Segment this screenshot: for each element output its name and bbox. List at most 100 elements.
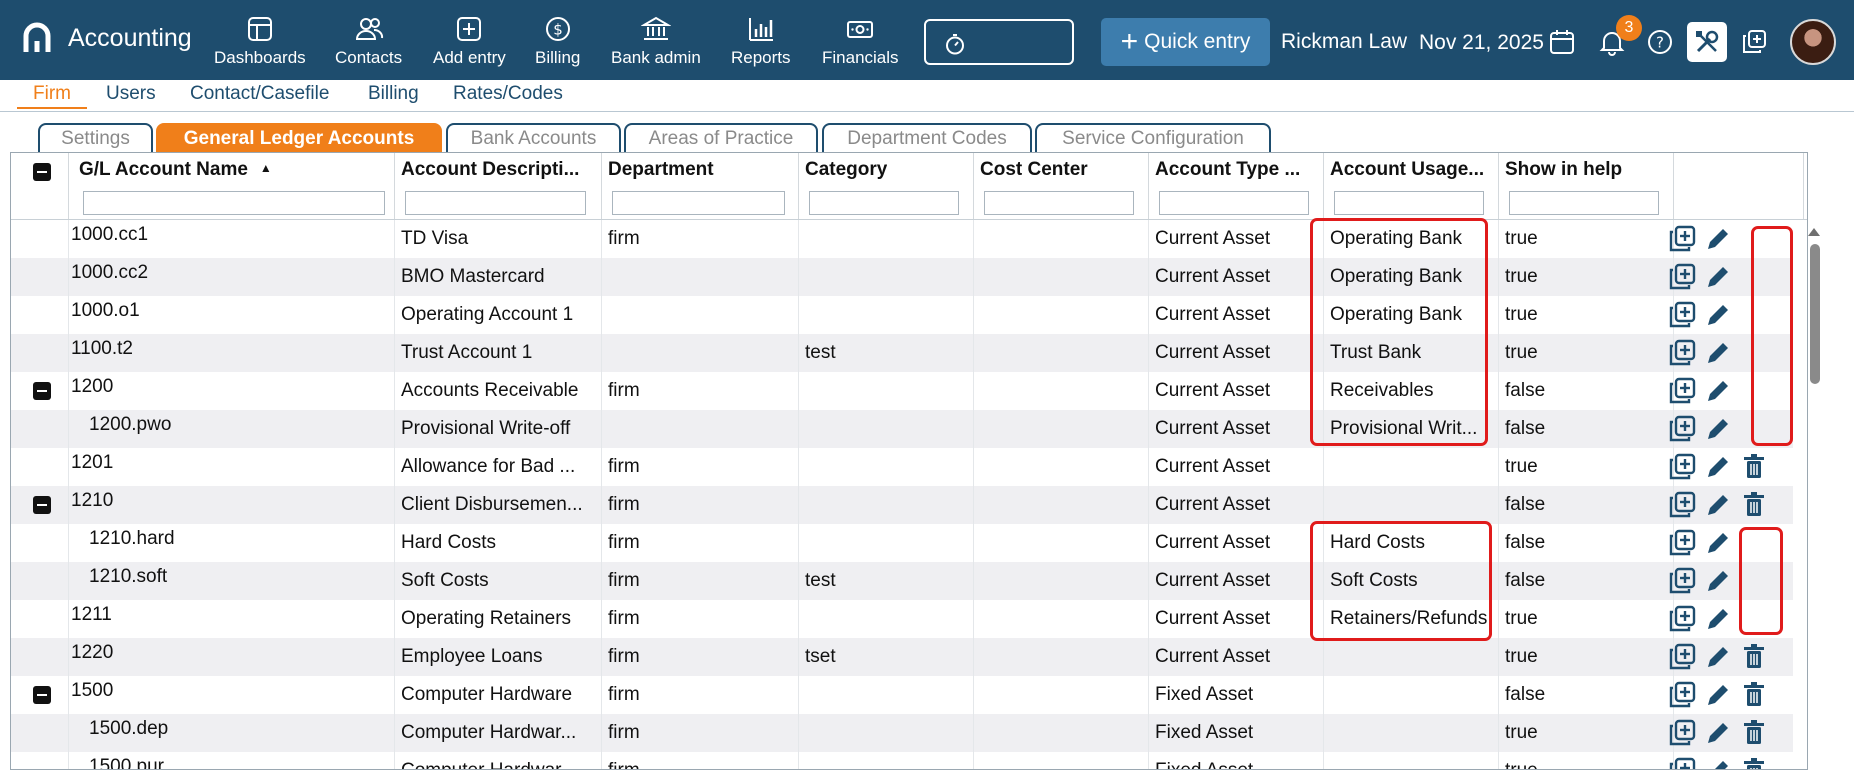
edit-pencil-icon[interactable] [1703, 452, 1733, 482]
add-subaccount-icon[interactable] [1667, 262, 1697, 292]
calendar-icon[interactable] [1548, 28, 1576, 56]
header-department[interactable]: Department [602, 153, 799, 219]
nav-financials[interactable]: Financials [822, 14, 899, 68]
vertical-scrollbar[interactable] [1807, 221, 1808, 770]
nav-billing[interactable]: $ Billing [535, 14, 580, 68]
nav-contacts[interactable]: Contacts [335, 14, 402, 68]
collapse-row-icon[interactable] [33, 382, 51, 400]
user-avatar[interactable] [1790, 19, 1836, 65]
edit-pencil-icon[interactable] [1703, 756, 1733, 769]
table-row[interactable]: 1000.cc1 TD Visa firm Current Asset Operatin… [11, 220, 1793, 258]
tab-areas-of-practice[interactable]: Areas of Practice [624, 123, 818, 153]
tab-department-codes[interactable]: Department Codes [822, 123, 1032, 153]
tab-settings[interactable]: Settings [38, 123, 153, 153]
table-row[interactable]: 1210.soft Soft Costs firm test Current Asset… [11, 562, 1793, 600]
filter-category[interactable] [809, 191, 959, 215]
scroll-up-arrow-icon[interactable] [1808, 228, 1820, 236]
collapse-all-icon[interactable] [33, 163, 51, 181]
filter-account-usage[interactable] [1334, 191, 1484, 215]
quick-entry-button[interactable]: + Quick entry [1101, 18, 1270, 66]
add-subaccount-icon[interactable] [1667, 224, 1697, 254]
tools-button[interactable] [1687, 22, 1727, 62]
header-show-in-help[interactable]: Show in help [1499, 153, 1674, 219]
firm-name[interactable]: Rickman Law [1281, 30, 1407, 54]
add-subaccount-icon[interactable] [1667, 376, 1697, 406]
edit-pencil-icon[interactable] [1703, 604, 1733, 634]
edit-pencil-icon[interactable] [1703, 680, 1733, 710]
edit-pencil-icon[interactable] [1703, 300, 1733, 330]
header-account-description[interactable]: Account Descripti... [395, 153, 602, 219]
edit-pencil-icon[interactable] [1703, 224, 1733, 254]
collapse-row-icon[interactable] [33, 686, 51, 704]
table-row[interactable]: 1000.o1 Operating Account 1 Current Asset O… [11, 296, 1793, 334]
filter-account-type[interactable] [1159, 191, 1309, 215]
add-subaccount-icon[interactable] [1667, 680, 1697, 710]
edit-pencil-icon[interactable] [1703, 528, 1733, 558]
table-row[interactable]: 1100.t2 Trust Account 1 test Current Asset T… [11, 334, 1793, 372]
timer-widget[interactable] [924, 19, 1074, 65]
add-subaccount-icon[interactable] [1667, 300, 1697, 330]
nav-add-entry[interactable]: Add entry [433, 14, 506, 68]
tab-general-ledger-accounts[interactable]: General Ledger Accounts [156, 123, 442, 153]
nav-reports[interactable]: Reports [731, 14, 791, 68]
help-icon[interactable]: ? [1646, 28, 1674, 56]
delete-trash-icon[interactable] [1739, 490, 1769, 520]
delete-trash-icon[interactable] [1739, 452, 1769, 482]
header-cost-center[interactable]: Cost Center [974, 153, 1149, 219]
subnav-contact-casefile[interactable]: Contact/Casefile [190, 83, 329, 105]
nav-dashboards[interactable]: Dashboards [214, 14, 306, 68]
new-window-icon[interactable] [1740, 28, 1768, 56]
current-date[interactable]: Nov 21, 2025 [1419, 31, 1544, 55]
add-subaccount-icon[interactable] [1667, 604, 1697, 634]
subnav-billing[interactable]: Billing [368, 83, 419, 105]
delete-trash-icon[interactable] [1739, 680, 1769, 710]
edit-pencil-icon[interactable] [1703, 490, 1733, 520]
filter-cost-center[interactable] [984, 191, 1134, 215]
subnav-users[interactable]: Users [106, 83, 156, 105]
header-account-usage[interactable]: Account Usage... [1324, 153, 1499, 219]
table-row[interactable]: 1201 Allowance for Bad ... firm Current Ass… [11, 448, 1793, 486]
table-row[interactable]: 1210.hard Hard Costs firm Current Asset Hard… [11, 524, 1793, 562]
collapse-row-icon[interactable] [33, 496, 51, 514]
nav-bank-admin[interactable]: Bank admin [611, 14, 701, 68]
add-subaccount-icon[interactable] [1667, 490, 1697, 520]
add-subaccount-icon[interactable] [1667, 566, 1697, 596]
filter-gl-account-name[interactable] [83, 191, 385, 215]
edit-pencil-icon[interactable] [1703, 642, 1733, 672]
table-row[interactable]: 1220 Employee Loans firm tset Current Asset t… [11, 638, 1793, 676]
header-account-type[interactable]: Account Type ... [1149, 153, 1324, 219]
delete-trash-icon[interactable] [1739, 756, 1769, 769]
add-subaccount-icon[interactable] [1667, 756, 1697, 769]
edit-pencil-icon[interactable] [1703, 414, 1733, 444]
add-subaccount-icon[interactable] [1667, 338, 1697, 368]
subnav-rates-codes[interactable]: Rates/Codes [453, 83, 563, 105]
edit-pencil-icon[interactable] [1703, 262, 1733, 292]
add-subaccount-icon[interactable] [1667, 528, 1697, 558]
delete-trash-icon[interactable] [1739, 718, 1769, 748]
subnav-firm[interactable]: Firm [17, 83, 87, 109]
edit-pencil-icon[interactable] [1703, 566, 1733, 596]
app-brand[interactable]: Accounting [22, 22, 192, 54]
table-row[interactable]: 1200.pwo Provisional Write-off Current Ass… [11, 410, 1793, 448]
tab-bank-accounts[interactable]: Bank Accounts [446, 123, 621, 153]
edit-pencil-icon[interactable] [1703, 376, 1733, 406]
table-row[interactable]: 1500 Computer Hardware firm Fixed Asset fals… [11, 676, 1793, 714]
edit-pencil-icon[interactable] [1703, 338, 1733, 368]
filter-account-description[interactable] [405, 191, 586, 215]
scrollbar-thumb[interactable] [1810, 244, 1820, 384]
table-row[interactable]: 1000.cc2 BMO Mastercard Current Asset Opera… [11, 258, 1793, 296]
filter-show-in-help[interactable] [1509, 191, 1659, 215]
add-subaccount-icon[interactable] [1667, 642, 1697, 672]
tab-service-configuration[interactable]: Service Configuration [1035, 123, 1271, 153]
table-row[interactable]: 1210 Client Disbursemen... firm Current Ass… [11, 486, 1793, 524]
header-gl-account-name[interactable]: G/L Account Name ▲ [69, 153, 395, 219]
table-row[interactable]: 1200 Accounts Receivable firm Current Asset… [11, 372, 1793, 410]
add-subaccount-icon[interactable] [1667, 718, 1697, 748]
edit-pencil-icon[interactable] [1703, 718, 1733, 748]
table-row[interactable]: 1500.pur Computer Hardwar... firm Fixed Ass… [11, 752, 1793, 769]
delete-trash-icon[interactable] [1739, 642, 1769, 672]
add-subaccount-icon[interactable] [1667, 452, 1697, 482]
table-row[interactable]: 1211 Operating Retainers firm Current Asset… [11, 600, 1793, 638]
header-category[interactable]: Category [799, 153, 974, 219]
filter-department[interactable] [612, 191, 785, 215]
